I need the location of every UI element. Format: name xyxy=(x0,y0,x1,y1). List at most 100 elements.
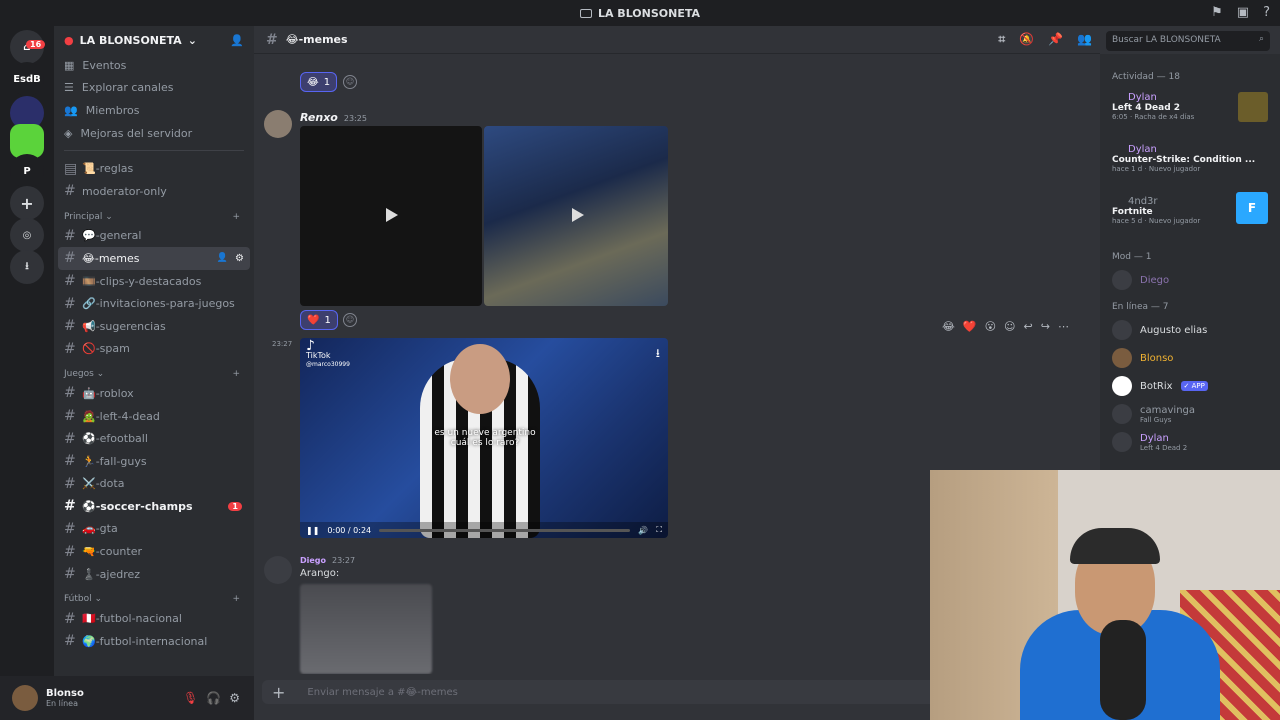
activity-card[interactable]: Dylan Counter-Strike: Condition ... hace… xyxy=(1100,144,1280,196)
category-juegos[interactable]: Juegos ⌄ + xyxy=(54,360,254,382)
avatar[interactable] xyxy=(264,556,292,584)
fullscreen-icon[interactable]: ⛶ xyxy=(656,525,662,535)
gear-icon[interactable]: ⚙ xyxy=(229,691,240,705)
category-principal[interactable]: Principal ⌄ + xyxy=(54,203,254,225)
forward-icon[interactable]: ↪ xyxy=(1041,320,1050,333)
member-row[interactable]: BotRix ✓ APP xyxy=(1100,372,1280,400)
message-author[interactable]: Diego 23:27 xyxy=(300,556,355,565)
download-icon[interactable]: ⭳ xyxy=(656,344,660,365)
play-icon[interactable] xyxy=(386,208,398,222)
channel-sugerencias[interactable]: # 📢-sugerencias xyxy=(58,315,250,338)
add-channel-icon[interactable]: + xyxy=(232,594,240,604)
invite-icon[interactable]: 👤 xyxy=(217,253,228,263)
activity-header: Actividad — 18 xyxy=(1112,72,1180,82)
mute-mic-icon[interactable]: 🎙 xyxy=(183,691,198,705)
category-futbol[interactable]: Fútbol ⌄ + xyxy=(54,585,254,607)
video-player[interactable]: ♪ TikTok @marco30999 ⭳ es un nueve argen… xyxy=(300,338,668,538)
channel-futbol-nacional[interactable]: # 🇵🇪-futbol-nacional xyxy=(58,607,250,630)
channel-reglas[interactable]: ▤ 📜-reglas xyxy=(58,157,250,180)
server-icon-green[interactable] xyxy=(10,124,44,158)
window-icon[interactable]: ▣ xyxy=(1237,5,1249,20)
channel-efootball[interactable]: # ⚽-efootball xyxy=(58,427,250,450)
message-text: Arango: xyxy=(300,568,340,579)
channel-sidebar: ● LA BLONSONETA ⌄ 👤 ▦ Eventos ☰ Explorar c… xyxy=(54,26,254,720)
hash-icon: # xyxy=(64,610,76,627)
play-icon[interactable] xyxy=(572,208,584,222)
channel-ajedrez[interactable]: # ♟️-ajedrez xyxy=(58,563,250,586)
server-badge-icon: ● xyxy=(64,33,74,47)
nav-boosts[interactable]: ◈ Mejoras del servidor xyxy=(54,122,254,145)
nav-explore[interactable]: ☰ Explorar canales xyxy=(54,77,254,100)
member-row[interactable]: camavinga Fall Guys xyxy=(1100,400,1280,428)
user-name: Blonso xyxy=(46,688,84,699)
channel-memes[interactable]: # 😂-memes 👤 ⚙ xyxy=(58,247,250,270)
add-channel-icon[interactable]: + xyxy=(232,369,240,379)
video-attachment[interactable] xyxy=(484,126,668,306)
add-channel-icon[interactable]: + xyxy=(232,212,240,222)
channel-moderator-only[interactable]: # moderator-only xyxy=(58,180,250,203)
server-icon-p[interactable]: P xyxy=(10,154,44,188)
download-icon[interactable]: ⭳ xyxy=(10,250,44,284)
help-icon[interactable]: ? xyxy=(1263,5,1270,20)
add-reaction-icon[interactable]: ☺ xyxy=(343,75,357,89)
channel-fall-guys[interactable]: # 🏃-fall-guys xyxy=(58,450,250,473)
channel-spam[interactable]: # 🚫-spam xyxy=(58,338,250,361)
server-header[interactable]: ● LA BLONSONETA ⌄ 👤 xyxy=(54,26,254,54)
nav-members[interactable]: 👥 Miembros xyxy=(54,99,254,122)
channel-counter[interactable]: # 🔫-counter xyxy=(58,540,250,563)
channel-futbol-internacional[interactable]: # 🌍-futbol-internacional xyxy=(58,630,250,653)
reaction-heart[interactable]: ❤️ 1 xyxy=(300,310,338,330)
quick-reaction[interactable]: 😮 xyxy=(985,320,996,333)
channel-gta[interactable]: # 🚗-gta xyxy=(58,518,250,541)
reaction-laugh[interactable]: 😂 1 xyxy=(300,72,338,92)
reply-icon[interactable]: ↩ xyxy=(1024,320,1033,333)
hash-icon: # xyxy=(64,475,76,492)
divider xyxy=(64,150,244,152)
cap xyxy=(1070,528,1160,564)
discover-icon[interactable]: ◎ xyxy=(10,218,44,252)
quick-reaction[interactable]: 😂 xyxy=(942,320,955,333)
progress-bar[interactable] xyxy=(379,528,631,532)
member-row[interactable]: Blonso xyxy=(1100,344,1280,372)
pause-icon[interactable]: ❚❚ xyxy=(306,526,319,535)
add-member-icon[interactable]: 👤 xyxy=(230,34,244,47)
members-icon: 👥 xyxy=(64,103,78,117)
inbox-flag-icon[interactable]: ⚑ xyxy=(1211,5,1223,20)
add-reaction-icon[interactable]: ☺ xyxy=(1004,320,1015,333)
channel-general[interactable]: # 💬-general xyxy=(58,225,250,248)
server-icon-esdb[interactable]: EsdB xyxy=(10,62,44,96)
more-icon[interactable]: ⋯ xyxy=(1058,320,1069,333)
member-row[interactable]: Augusto elias xyxy=(1100,316,1280,344)
channel-dota[interactable]: # ⚔️-dota xyxy=(58,473,250,496)
add-reaction-icon[interactable]: ☺ xyxy=(343,313,357,327)
activity-card[interactable]: Dylan Left 4 Dead 2 6:05 · Racha de x4 d… xyxy=(1100,92,1280,144)
avatar[interactable] xyxy=(12,685,38,711)
channel-invitaciones[interactable]: # 🔗-invitaciones-para-juegos xyxy=(58,292,250,315)
volume-icon[interactable]: 🔊 xyxy=(638,526,648,535)
avatar[interactable] xyxy=(264,110,292,138)
member-row[interactable]: Diego xyxy=(1100,266,1280,294)
notification-muted-icon[interactable]: 🔕 xyxy=(1019,32,1034,47)
nav-events[interactable]: ▦ Eventos xyxy=(54,54,254,77)
chevron-down-icon: ⌄ xyxy=(187,33,197,47)
video-attachment[interactable] xyxy=(300,126,482,306)
video-controls: ❚❚ 0:00 / 0:24 🔊 ⛶ xyxy=(300,522,668,538)
pin-icon[interactable]: 📌 xyxy=(1048,32,1063,47)
gear-icon[interactable]: ⚙ xyxy=(235,253,244,264)
hash-icon: # xyxy=(64,250,76,267)
member-list-icon[interactable]: 👥 xyxy=(1077,32,1092,47)
member-row[interactable]: Dylan Left 4 Dead 2 xyxy=(1100,428,1280,456)
headphones-icon[interactable]: 🎧 xyxy=(206,691,221,705)
activity-card[interactable]: 4nd3r Fortnite hace 5 d · Nuevo jugador … xyxy=(1100,192,1280,248)
add-attachment-icon[interactable]: + xyxy=(272,683,285,702)
message-author[interactable]: Renxo 23:25 xyxy=(300,111,367,124)
search-input[interactable]: Buscar LA BLONSONETA ⌕ xyxy=(1106,31,1270,51)
image-attachment[interactable] xyxy=(300,584,432,674)
threads-icon[interactable]: ⌗ xyxy=(998,32,1005,47)
channel-left-4-dead[interactable]: # 🧟-left-4-dead xyxy=(58,405,250,428)
channel-soccer-champs[interactable]: # ⚽-soccer-champs 1 xyxy=(58,495,250,518)
channel-clips[interactable]: # 🎞️-clips-y-destacados xyxy=(58,270,250,293)
channel-roblox[interactable]: # 🤖-roblox xyxy=(58,382,250,405)
quick-reaction[interactable]: ❤️ xyxy=(963,320,977,333)
add-server-icon[interactable]: + xyxy=(10,186,44,220)
